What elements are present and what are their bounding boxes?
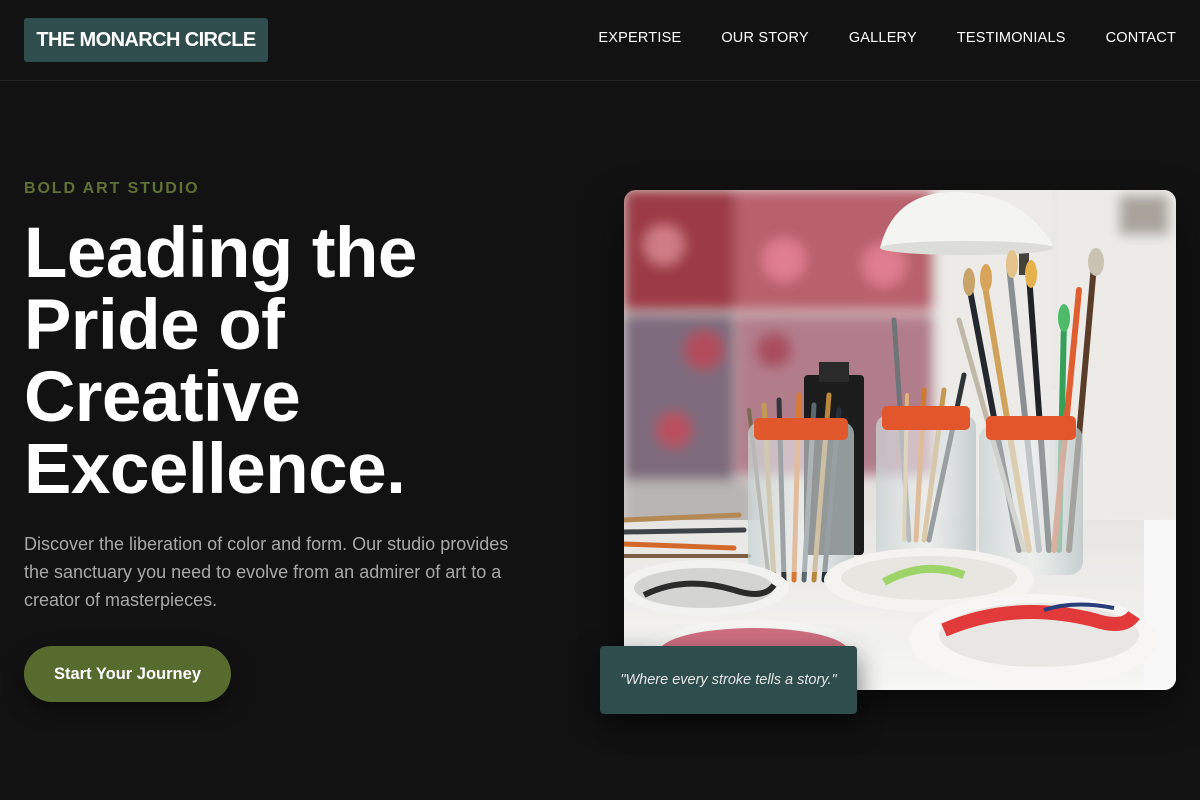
- quote-text: "Where every stroke tells a story.": [620, 672, 837, 688]
- nav-link-our-story[interactable]: OUR STORY: [721, 29, 808, 47]
- nav-link-contact[interactable]: CONTACT: [1106, 29, 1176, 47]
- nav-link-testimonials[interactable]: TESTIMONIALS: [957, 29, 1066, 47]
- hero-image: [624, 190, 1176, 690]
- nav-link-gallery[interactable]: GALLERY: [849, 29, 917, 47]
- headline-line: Creative: [24, 358, 301, 437]
- hero-headline: Leading the Pride of Creative Excellence…: [24, 218, 584, 506]
- brand-logo[interactable]: THE MONARCH CIRCLE: [24, 18, 268, 62]
- start-journey-button[interactable]: Start Your Journey: [24, 646, 231, 702]
- art-studio-illustration: [624, 190, 1176, 690]
- headline-line: Excellence.: [24, 430, 406, 509]
- nav-link-expertise[interactable]: EXPERTISE: [598, 29, 681, 47]
- site-header: THE MONARCH CIRCLE EXPERTISE OUR STORY G…: [0, 0, 1200, 81]
- headline-line: Pride of: [24, 286, 285, 365]
- hero-description: Discover the liberation of color and for…: [24, 534, 509, 610]
- hero-eyebrow: BOLD ART STUDIO: [24, 180, 200, 197]
- main-nav: EXPERTISE OUR STORY GALLERY TESTIMONIALS…: [598, 29, 1176, 47]
- headline-line: Leading the: [24, 214, 417, 293]
- quote-card: "Where every stroke tells a story.": [600, 646, 857, 714]
